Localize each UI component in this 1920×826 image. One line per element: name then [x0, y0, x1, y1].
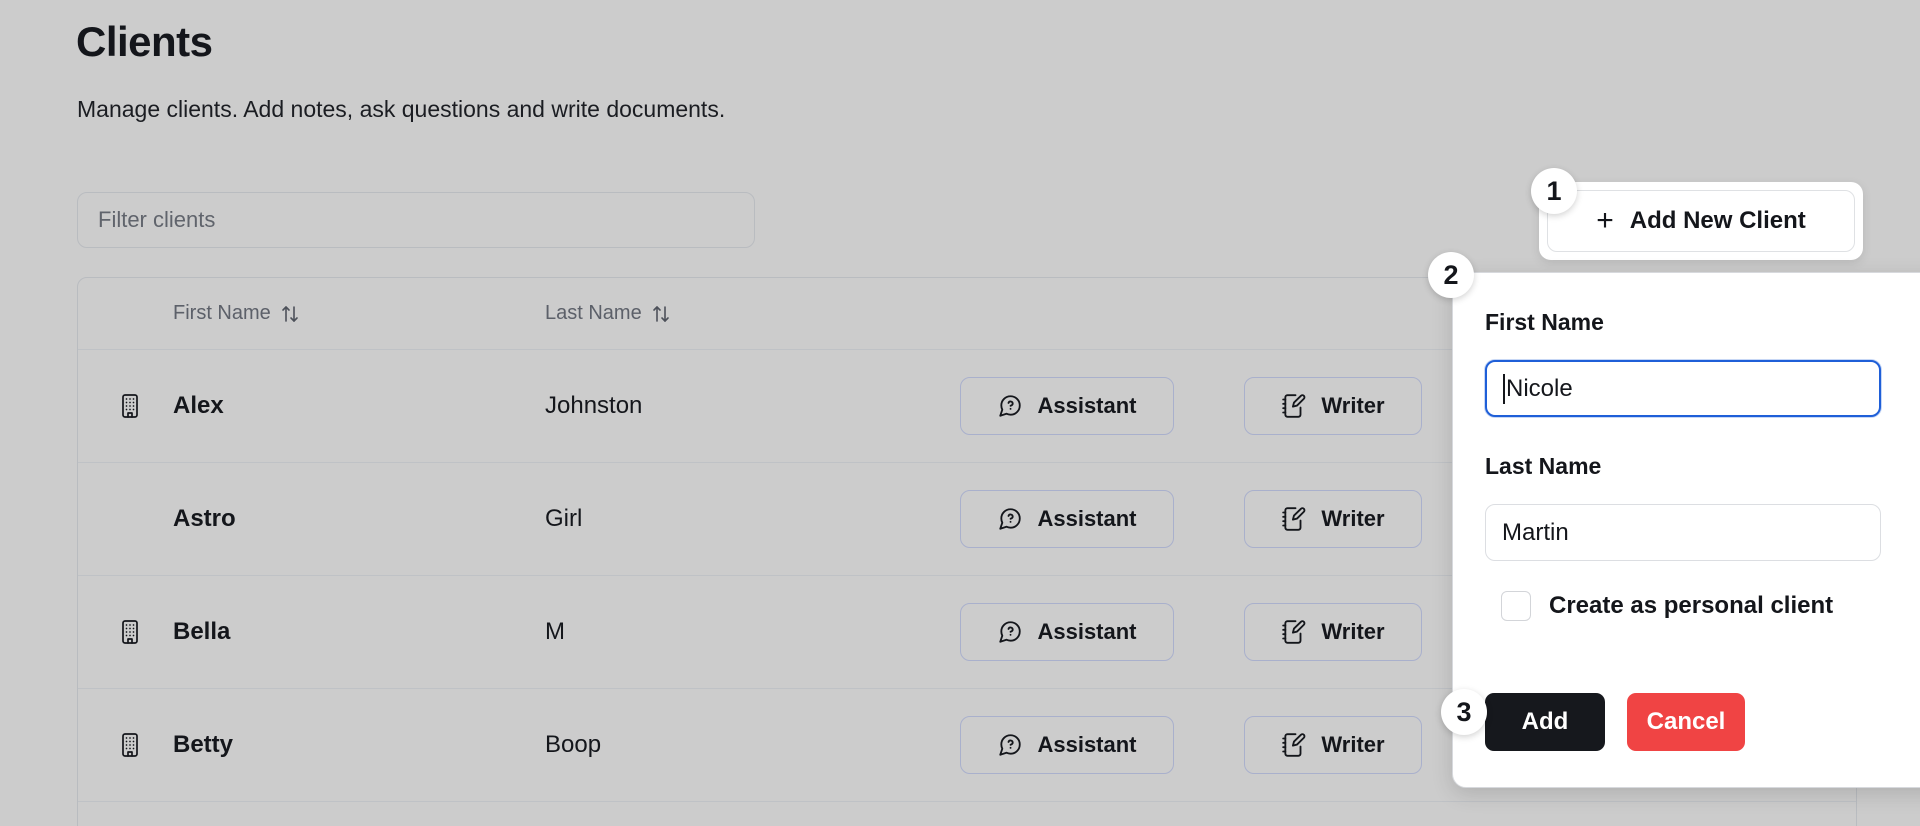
step-badge-3: 3 [1441, 689, 1487, 735]
text-caret [1503, 374, 1505, 404]
column-header-last-name[interactable]: Last Name [545, 302, 917, 325]
writer-button[interactable]: Writer [1244, 377, 1422, 435]
first-name-input-value: Nicole [1506, 375, 1573, 403]
first-name-cell: Betty [173, 731, 545, 759]
last-name-input-value: Martin [1502, 519, 1569, 547]
cancel-button[interactable]: Cancel [1627, 693, 1745, 751]
create-as-personal-client-checkbox[interactable] [1501, 591, 1531, 621]
sort-arrows-icon[interactable] [652, 304, 670, 324]
last-name-cell: Boop [545, 731, 917, 759]
last-name-cell: Girl [545, 505, 917, 533]
add-client-dialog: First Name Nicole Last Name Martin Creat… [1452, 272, 1920, 788]
client-type-cell [78, 393, 173, 419]
writer-button-label: Writer [1321, 393, 1384, 419]
plus-icon: + [1596, 206, 1614, 236]
building-icon [118, 732, 142, 758]
personal-client-row[interactable]: Create as personal client [1485, 591, 1919, 621]
writer-button[interactable]: Writer [1244, 716, 1422, 774]
page-title: Clients [76, 18, 213, 66]
first-name-cell: Astro [173, 505, 545, 533]
building-icon [118, 619, 142, 645]
assistant-button-label: Assistant [1037, 506, 1136, 532]
client-type-cell [78, 732, 173, 758]
filter-clients-input[interactable]: Filter clients [77, 192, 755, 248]
add-button[interactable]: Add [1485, 693, 1605, 751]
notebook-pen-icon [1281, 732, 1307, 758]
page-subtitle: Manage clients. Add notes, ask questions… [77, 96, 725, 123]
writer-button[interactable]: Writer [1244, 490, 1422, 548]
last-name-cell: M [545, 618, 917, 646]
column-header-first-name-label: First Name [173, 302, 271, 325]
first-name-input[interactable]: Nicole [1485, 360, 1881, 417]
assistant-button-label: Assistant [1037, 393, 1136, 419]
first-name-cell: Bella [173, 618, 545, 646]
client-type-cell [78, 619, 173, 645]
last-name-input[interactable]: Martin [1485, 504, 1881, 561]
create-as-personal-client-label: Create as personal client [1549, 592, 1833, 620]
last-name-label: Last Name [1485, 453, 1919, 480]
message-question-icon [997, 732, 1023, 758]
notebook-pen-icon [1281, 393, 1307, 419]
writer-button-label: Writer [1321, 506, 1384, 532]
writer-button-label: Writer [1321, 619, 1384, 645]
dialog-actions: Add Cancel [1485, 693, 1745, 751]
column-header-first-name[interactable]: First Name [173, 302, 545, 325]
notebook-pen-icon [1281, 619, 1307, 645]
writer-button-label: Writer [1321, 732, 1384, 758]
assistant-button-label: Assistant [1037, 619, 1136, 645]
column-header-last-name-label: Last Name [545, 302, 642, 325]
writer-button[interactable]: Writer [1244, 603, 1422, 661]
step-badge-2: 2 [1428, 252, 1474, 298]
step-badge-1: 1 [1531, 168, 1577, 214]
assistant-button[interactable]: Assistant [960, 377, 1174, 435]
message-question-icon [997, 393, 1023, 419]
field-spacer [1485, 417, 1919, 453]
notebook-pen-icon [1281, 506, 1307, 532]
add-new-client-label: Add New Client [1630, 207, 1806, 235]
last-name-cell: Johnston [545, 392, 917, 420]
building-icon [118, 393, 142, 419]
first-name-cell: Alex [173, 392, 545, 420]
assistant-button[interactable]: Assistant [960, 603, 1174, 661]
sort-arrows-icon[interactable] [281, 304, 299, 324]
add-client-dialog-body: First Name Nicole Last Name Martin Creat… [1463, 283, 1920, 777]
message-question-icon [997, 506, 1023, 532]
add-new-client-button[interactable]: + Add New Client [1547, 190, 1855, 252]
message-question-icon [997, 619, 1023, 645]
assistant-button-label: Assistant [1037, 732, 1136, 758]
add-new-client-container: + Add New Client [1539, 182, 1863, 260]
filter-clients-placeholder: Filter clients [98, 207, 215, 233]
clients-page: Clients Manage clients. Add notes, ask q… [0, 0, 1920, 826]
assistant-button[interactable]: Assistant [960, 716, 1174, 774]
assistant-button[interactable]: Assistant [960, 490, 1174, 548]
first-name-label: First Name [1485, 309, 1919, 336]
